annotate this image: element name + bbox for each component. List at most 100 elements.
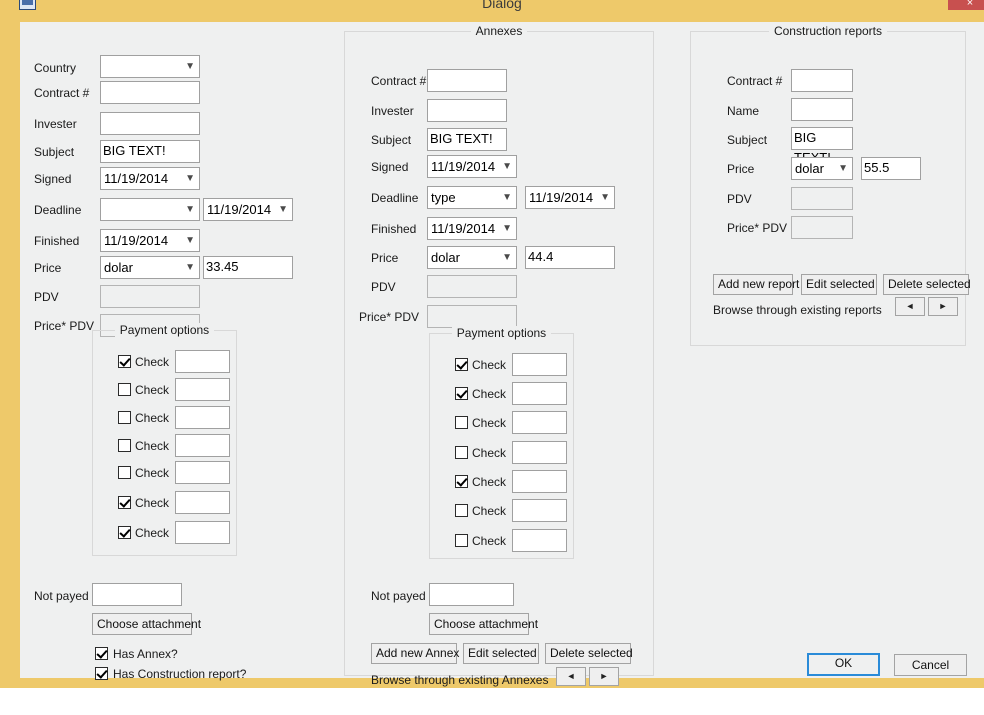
report-price-amount-input[interactable]: 55.5 <box>861 157 921 180</box>
payment-options-group-contract: Payment options Check Check Check Check … <box>92 323 237 556</box>
has-construction-report-checkbox[interactable] <box>95 667 108 680</box>
annex-signed-date-picker[interactable]: 11/19/2014 ▼ <box>427 155 517 178</box>
annex-invester-input[interactable] <box>427 99 507 122</box>
payment-amount-1[interactable] <box>175 350 230 373</box>
annex-payment-check-7[interactable] <box>455 534 468 547</box>
annex-payment-check-6-label: Check <box>472 504 507 518</box>
browse-reports-prev-button[interactable]: ◄ <box>895 297 925 316</box>
report-price-currency-combo[interactable]: dolar ▼ <box>791 157 853 180</box>
annex-payment-amount-1[interactable] <box>512 353 567 376</box>
annex-subject-input[interactable]: BIG TEXT! <box>427 128 507 151</box>
edit-selected-report-button[interactable]: Edit selected <box>801 274 877 295</box>
annex-payment-check-4[interactable] <box>455 446 468 459</box>
label-finished: Finished <box>34 234 80 248</box>
annex-payment-options-title: Payment options <box>430 326 573 340</box>
browse-annexes-next-button[interactable]: ► <box>589 667 619 686</box>
annex-deadline-date-picker[interactable]: 11/19/2014 ▼ <box>525 186 615 209</box>
annex-payment-check-3[interactable] <box>455 416 468 429</box>
chevron-down-icon: ▼ <box>185 262 195 273</box>
label-annex-contract-no: Contract # <box>371 74 427 88</box>
payment-check-1[interactable] <box>118 355 131 368</box>
payment-check-3[interactable] <box>118 411 131 424</box>
invester-input[interactable] <box>100 112 200 135</box>
browse-annexes-prev-button[interactable]: ◄ <box>556 667 586 686</box>
payment-amount-4[interactable] <box>175 434 230 457</box>
label-annex-price-pdv: Price* PDV <box>359 310 420 324</box>
delete-selected-report-button[interactable]: Delete selected <box>883 274 971 295</box>
deadline-date-picker[interactable]: 11/19/2014 ▼ <box>203 198 293 221</box>
payment-check-6-label: Check <box>135 496 170 510</box>
payment-check-4[interactable] <box>118 439 131 452</box>
has-annex-checkbox[interactable] <box>95 647 108 660</box>
finished-date-picker[interactable]: 11/19/2014 ▼ <box>100 229 200 252</box>
annex-price-amount-input[interactable]: 44.4 <box>525 246 615 269</box>
label-price: Price <box>34 261 62 275</box>
label-signed: Signed <box>34 172 72 186</box>
report-contract-no-input[interactable] <box>791 69 853 92</box>
report-name-input[interactable] <box>791 98 853 121</box>
label-invester: Invester <box>34 117 77 131</box>
signed-date-picker[interactable]: 11/19/2014 ▼ <box>100 167 200 190</box>
price-currency-combo[interactable]: dolar ▼ <box>100 256 200 279</box>
annex-payment-check-1[interactable] <box>455 358 468 371</box>
signed-date-value: 11/19/2014 <box>104 171 169 186</box>
deadline-date-value: 11/19/2014 <box>207 202 272 217</box>
annex-payment-check-6[interactable] <box>455 504 468 517</box>
annex-payment-check-2[interactable] <box>455 387 468 400</box>
finished-date-value: 11/19/2014 <box>104 233 169 248</box>
payment-check-7-label: Check <box>135 526 170 540</box>
delete-selected-annex-button[interactable]: Delete selected <box>545 643 633 664</box>
annex-payment-amount-6[interactable] <box>512 499 567 522</box>
report-price-currency-value: dolar <box>795 161 824 176</box>
annex-contract-no-input[interactable] <box>427 69 507 92</box>
not-payed-input[interactable] <box>92 583 182 606</box>
close-icon[interactable]: × <box>948 0 984 10</box>
country-combo[interactable]: ▼ <box>100 55 200 78</box>
cancel-button[interactable]: Cancel <box>894 654 967 676</box>
payment-amount-6[interactable] <box>175 491 230 514</box>
payment-amount-5[interactable] <box>175 461 230 484</box>
payment-check-2[interactable] <box>118 383 131 396</box>
browse-reports-label: Browse through existing reports <box>713 303 882 317</box>
chevron-down-icon: ▼ <box>185 61 195 72</box>
payment-check-5[interactable] <box>118 466 131 479</box>
payment-amount-7[interactable] <box>175 521 230 544</box>
add-new-report-button[interactable]: Add new report <box>713 274 799 295</box>
annex-payment-check-5[interactable] <box>455 475 468 488</box>
title-bar[interactable]: Dialog × <box>10 0 984 22</box>
edit-selected-annex-button[interactable]: Edit selected <box>463 643 539 664</box>
add-new-annex-button[interactable]: Add new Annex <box>371 643 459 664</box>
contract-no-input[interactable] <box>100 81 200 104</box>
annex-choose-attachment-button[interactable]: Choose attachment <box>429 613 538 635</box>
annex-price-currency-combo[interactable]: dolar ▼ <box>427 246 517 269</box>
construction-reports-group: Construction reports Contract # Name Sub… <box>690 24 971 346</box>
ok-button[interactable]: OK <box>807 653 880 676</box>
annex-payment-check-5-label: Check <box>472 475 507 489</box>
payment-amount-3[interactable] <box>175 406 230 429</box>
dialog-client-area: Country ▼ Contract # Invester Subject BI… <box>20 22 984 687</box>
subject-input[interactable]: BIG TEXT! <box>100 140 200 163</box>
payment-amount-2[interactable] <box>175 378 230 401</box>
annex-deadline-type-combo[interactable]: type ▼ <box>427 186 517 209</box>
browse-reports-next-button[interactable]: ► <box>928 297 958 316</box>
annex-payment-amount-5[interactable] <box>512 470 567 493</box>
annex-finished-date-picker[interactable]: 11/19/2014 ▼ <box>427 217 517 240</box>
construction-reports-title: Construction reports <box>691 24 965 38</box>
annex-payment-amount-7[interactable] <box>512 529 567 552</box>
label-not-payed: Not payed <box>34 589 89 603</box>
annex-not-payed-input[interactable] <box>429 583 514 606</box>
deadline-type-combo[interactable]: ▼ <box>100 198 200 221</box>
chevron-down-icon: ▼ <box>185 204 195 215</box>
annex-payment-check-2-label: Check <box>472 387 507 401</box>
annex-payment-amount-4[interactable] <box>512 441 567 464</box>
payment-check-7[interactable] <box>118 526 131 539</box>
payment-check-3-label: Check <box>135 411 170 425</box>
window-title: Dialog <box>482 0 522 11</box>
payment-check-6[interactable] <box>118 496 131 509</box>
price-amount-input[interactable]: 33.45 <box>203 256 293 279</box>
chevron-down-icon: ▼ <box>600 192 610 203</box>
report-subject-input[interactable]: BIG TEXT! <box>791 127 853 165</box>
choose-attachment-button[interactable]: Choose attachment <box>92 613 201 635</box>
annex-payment-amount-2[interactable] <box>512 382 567 405</box>
annex-payment-amount-3[interactable] <box>512 411 567 434</box>
